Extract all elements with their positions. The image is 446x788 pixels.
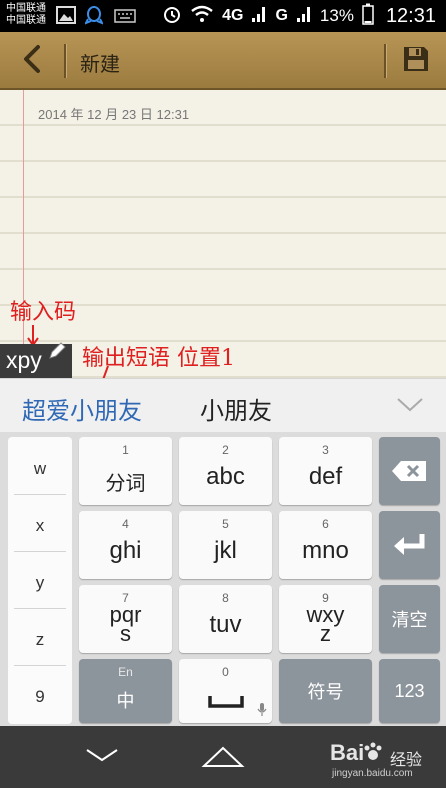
watermark-suffix: 经验 bbox=[390, 752, 423, 769]
signal2-label: G bbox=[275, 7, 288, 24]
space-button[interactable]: 0 bbox=[179, 659, 272, 723]
symbol-label: 符号 bbox=[307, 682, 344, 702]
carrier-labels: 中国联通 中国联通 bbox=[6, 3, 46, 27]
clock: 12:31 bbox=[385, 4, 436, 27]
image-icon bbox=[56, 6, 76, 29]
back-button[interactable] bbox=[10, 40, 54, 82]
title-divider-right bbox=[384, 44, 386, 78]
key-number: 5 bbox=[222, 517, 229, 531]
key-7[interactable]: 7 pqr s bbox=[79, 585, 172, 653]
pinyin-option[interactable]: 9 bbox=[8, 687, 72, 707]
key-label: mno bbox=[302, 537, 349, 564]
pinyin-column[interactable]: w x y z 9 bbox=[8, 437, 72, 724]
annotation-input-code: 输入码 bbox=[10, 300, 77, 325]
carrier-1: 中国联通 bbox=[6, 3, 46, 14]
column-divider bbox=[14, 608, 66, 609]
key-9[interactable]: 9 wxy z bbox=[279, 585, 372, 653]
key-number: 6 bbox=[322, 517, 329, 531]
save-button[interactable] bbox=[394, 40, 438, 82]
key-number: 8 bbox=[222, 591, 229, 605]
key-label: def bbox=[308, 463, 343, 490]
key-label: abc bbox=[206, 463, 245, 490]
page-title: 新建 bbox=[80, 54, 120, 76]
note-paper[interactable] bbox=[0, 90, 446, 380]
alarm-icon bbox=[162, 4, 182, 29]
status-bar: 中国联通 中国联通 4G G 13% 12:31 bbox=[0, 0, 446, 32]
key-label-bottom: s bbox=[120, 621, 131, 646]
column-divider bbox=[14, 494, 66, 495]
network-label: 4G bbox=[222, 7, 244, 24]
save-icon bbox=[401, 44, 431, 79]
chevron-down-icon[interactable] bbox=[84, 744, 120, 771]
wifi-icon bbox=[190, 5, 214, 28]
title-bar: 新建 bbox=[0, 32, 446, 90]
key-2[interactable]: 2 abc bbox=[179, 437, 272, 505]
candidate-1[interactable]: 超爱小朋友 bbox=[22, 391, 142, 426]
key-1[interactable]: 1 分词 bbox=[79, 437, 172, 505]
backspace-button[interactable] bbox=[379, 437, 440, 505]
clear-button[interactable]: 清空 bbox=[379, 585, 440, 653]
note-date: 2014 年 12 月 23 日 12:31 bbox=[38, 107, 190, 122]
symbol-button[interactable]: 符号 bbox=[279, 659, 372, 723]
key-3[interactable]: 3 def bbox=[279, 437, 372, 505]
chevron-down-icon[interactable] bbox=[396, 397, 424, 418]
language-small-label: En bbox=[118, 665, 133, 679]
key-label: 分词 bbox=[105, 473, 146, 495]
column-divider bbox=[14, 665, 66, 666]
number-switch-button[interactable]: 123 bbox=[379, 659, 440, 723]
key-4[interactable]: 4 ghi bbox=[79, 511, 172, 579]
key-label: jkl bbox=[214, 537, 237, 564]
microphone-icon bbox=[257, 703, 267, 722]
watermark-logo: Bai bbox=[330, 740, 365, 765]
key-label: wxy z bbox=[279, 604, 372, 646]
space-icon bbox=[179, 669, 272, 733]
key-8[interactable]: 8 tuv bbox=[179, 585, 272, 653]
key-label: pqr s bbox=[79, 604, 172, 646]
key-number: 3 bbox=[322, 443, 329, 457]
carrier-2: 中国联通 bbox=[6, 15, 46, 26]
title-divider-left bbox=[64, 44, 66, 78]
status-right: 4G G 13% 12:31 bbox=[162, 3, 436, 30]
candidate-bar: 超爱小朋友 小朋友 bbox=[0, 378, 446, 432]
pinyin-option[interactable]: x bbox=[8, 516, 72, 536]
pencil-icon[interactable] bbox=[48, 342, 66, 365]
chevron-left-icon bbox=[21, 44, 43, 79]
qq-icon bbox=[83, 6, 105, 31]
language-label: 中 bbox=[116, 691, 135, 711]
key-5[interactable]: 5 jkl bbox=[179, 511, 272, 579]
signal-icon bbox=[251, 5, 267, 28]
key-label-bottom: z bbox=[320, 621, 331, 646]
keyboard-icon bbox=[114, 9, 136, 28]
language-switch-button[interactable]: En 中 bbox=[79, 659, 172, 723]
key-number: 4 bbox=[122, 517, 129, 531]
number-switch-label: 123 bbox=[394, 680, 425, 701]
column-divider bbox=[14, 551, 66, 552]
battery-percent: 13% bbox=[319, 6, 354, 25]
clear-label: 清空 bbox=[391, 610, 428, 630]
backspace-icon bbox=[379, 437, 440, 505]
home-icon[interactable] bbox=[200, 744, 246, 775]
pinyin-option[interactable]: y bbox=[8, 573, 72, 593]
watermark-url: jingyan.baidu.com bbox=[332, 768, 413, 779]
key-number: 2 bbox=[222, 443, 229, 457]
key-6[interactable]: 6 mno bbox=[279, 511, 372, 579]
key-label: tuv bbox=[209, 611, 242, 638]
pinyin-option[interactable]: z bbox=[8, 630, 72, 650]
enter-button[interactable] bbox=[379, 511, 440, 579]
candidate-2[interactable]: 小朋友 bbox=[200, 391, 272, 426]
key-number: 1 bbox=[122, 443, 129, 457]
keyboard: w x y z 9 1 分词 2 abc 3 def 4 ghi 5 jkl 6… bbox=[0, 432, 446, 726]
enter-icon bbox=[379, 511, 440, 579]
pinyin-option[interactable]: w bbox=[8, 459, 72, 479]
paw-icon bbox=[362, 741, 384, 768]
battery-icon bbox=[362, 3, 374, 30]
signal-2-icon bbox=[296, 5, 312, 28]
key-label: ghi bbox=[109, 537, 142, 564]
